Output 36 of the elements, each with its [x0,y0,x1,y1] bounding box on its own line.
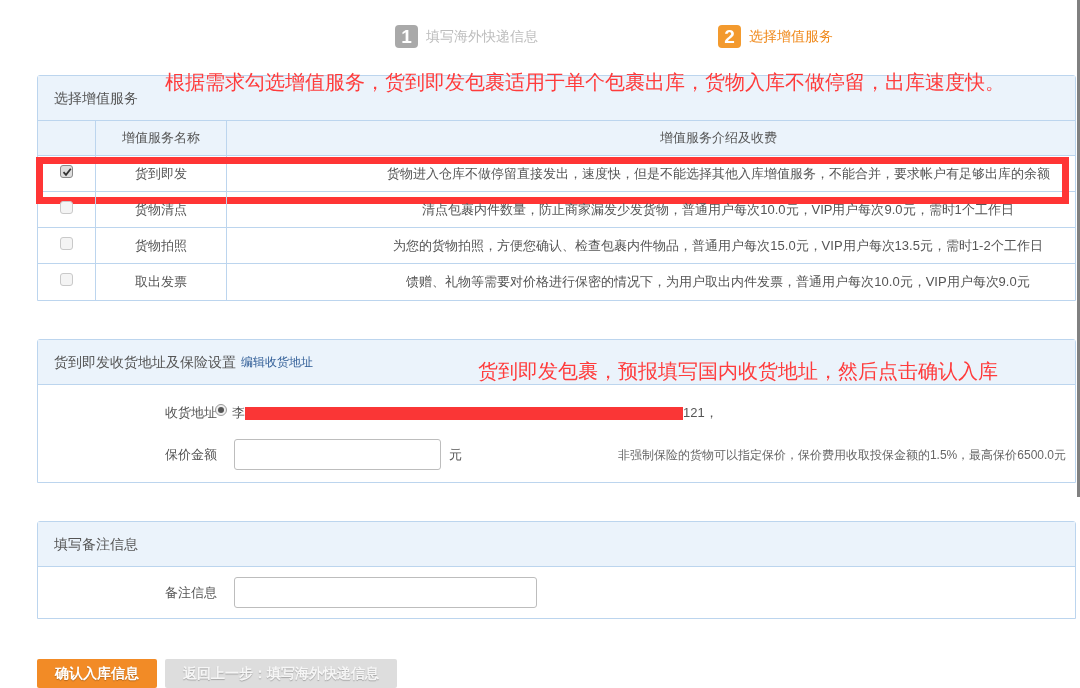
address-text: 121， [683,404,718,423]
table-cell-text: 取出发票 [135,273,187,292]
annotation-text: 货到即发包裹，预报填写国内收货地址，然后点击确认入库 [478,359,998,383]
field-label: 收货地址 [164,404,217,423]
address-text: 李 [232,404,245,423]
table-cell-text: 为您的货物拍照，方便您确认、检查包裹内件物品，普通用户每次15.0元，VIP用户每次13.5元，需时1-2个工作日 [393,236,1043,255]
input-field[interactable] [234,577,537,608]
table-cell-text: 馈赠、礼物等需要对价格进行保密的情况下，为用户取出内件发票，普通用户每次10.0元，VIP用户每次9.0元 [406,273,1030,292]
input-field[interactable] [234,439,441,470]
step-number: 1 [395,24,418,48]
checkbox[interactable] [60,273,73,286]
table-cell-text: 货物进入仓库不做停留直接发出，速度快，但是不能选择其他入库增值服务，不能合并，要求帐户有足够出库的余额 [386,164,1050,183]
column-header: 增值服务名称 [122,129,200,148]
table-cell-text: 货到即发 [135,164,187,183]
checkbox[interactable] [60,237,73,250]
panel-title: 货到即发收货地址及保险设置 [54,352,236,372]
panel-title: 选择增值服务 [54,88,138,108]
table-cell-text: 货物清点 [135,200,187,219]
scrollbar-thumb[interactable] [1077,0,1080,497]
checkbox[interactable] [60,165,73,178]
annotation-text: 根据需求勾选增值服务，货到即发包裹适用于单个包裹出库，货物入库不做停留，出库速度快。 [165,70,1005,94]
step-number: 2 [718,24,741,48]
field-label: 保价金额 [164,445,217,464]
panel-title: 填写备注信息 [54,534,138,554]
unit-label: 元 [449,445,462,464]
confirm-button[interactable]: 确认入库信息 [37,659,157,688]
table-cell-text: 清点包裹内件数量，防止商家漏发少发货物，普通用户每次10.0元，VIP用户每次9.0元，需时1个工作日 [422,200,1014,219]
insurance-note: 非强制保险的货物可以指定保价，保价费用收取投保金额的1.5%，最高保价6500.0元 [617,446,1066,464]
step-label: 选择增值服务 [749,26,833,46]
table-cell-text: 货物拍照 [135,236,187,255]
field-label: 备注信息 [164,583,217,602]
checkbox[interactable] [60,201,73,214]
radio-button[interactable] [215,404,227,416]
edit-address-link[interactable]: 编辑收货地址 [241,353,313,371]
step-label: 填写海外快递信息 [426,26,538,46]
column-header: 增值服务介绍及收费 [659,129,777,148]
